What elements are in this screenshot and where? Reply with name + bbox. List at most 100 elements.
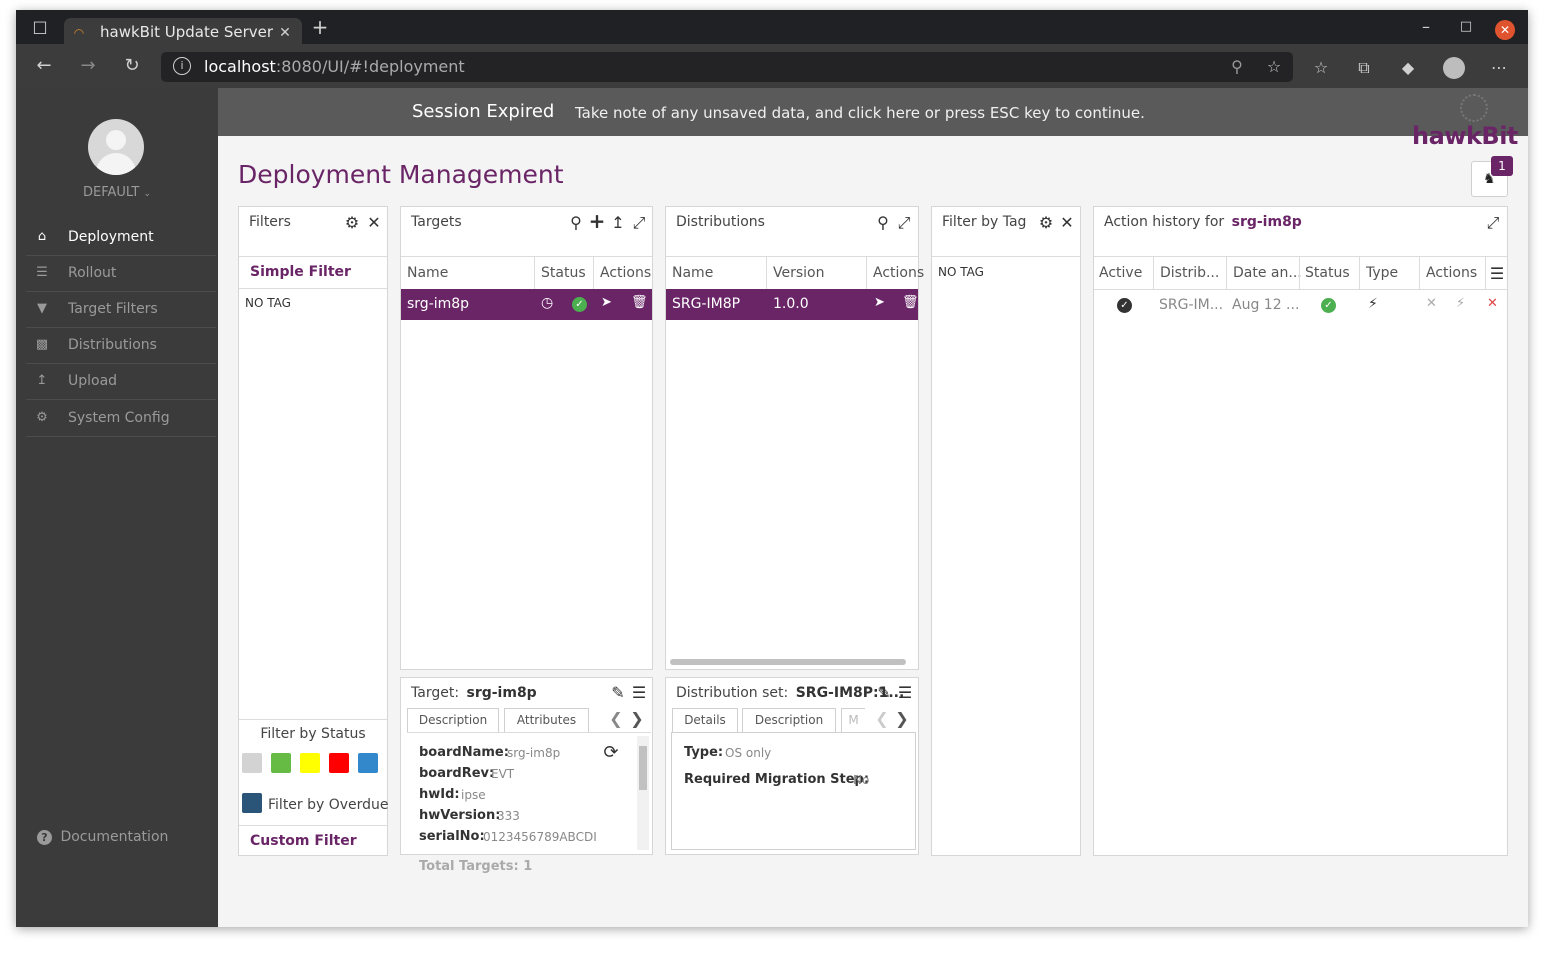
avatar[interactable]	[88, 119, 144, 175]
target-name: srg-im8p	[407, 296, 470, 312]
add-favorite-icon[interactable]: ☆	[1264, 57, 1284, 77]
back-icon[interactable]: ←	[34, 56, 54, 76]
gear-icon[interactable]: ⚙	[343, 214, 361, 232]
minimize-icon[interactable]: –	[1416, 17, 1436, 37]
close-icon[interactable]: ✕	[1058, 214, 1076, 232]
status-unknown-swatch[interactable]	[242, 753, 262, 773]
gear-icon[interactable]: ⚙	[1037, 214, 1055, 232]
status-pending-swatch[interactable]	[300, 753, 320, 773]
target-details-panel: Target: srg-im8p ✎ ☰ Description Attribu…	[400, 677, 653, 855]
column-header-type[interactable]: Type	[1366, 265, 1398, 281]
chevron-left-icon[interactable]: ❮	[608, 710, 624, 728]
add-icon[interactable]: +	[588, 211, 606, 231]
sidebar-item-system-config[interactable]: ⚙ System Config	[26, 401, 216, 437]
target-details-name: srg-im8p	[466, 685, 537, 701]
chevron-left-icon[interactable]: ❮	[874, 710, 890, 728]
status-in-sync-swatch[interactable]	[271, 753, 291, 773]
migration-value: No	[853, 773, 870, 787]
refresh-icon[interactable]: ⟳	[601, 744, 621, 762]
table-row[interactable]: ✓ SRG-IM... Aug 12 ... ✓ ⚡ ✕ ⚡ ✕	[1094, 290, 1507, 320]
delete-icon[interactable]: 🗑	[631, 295, 648, 310]
metadata-icon[interactable]: ☰	[630, 684, 648, 702]
reload-icon[interactable]: ↻	[122, 56, 142, 76]
column-header-status[interactable]: Status	[541, 265, 586, 281]
column-header-status[interactable]: Status	[1305, 265, 1350, 281]
tab-details[interactable]: Details	[672, 708, 738, 732]
column-header-name[interactable]: Name	[672, 265, 713, 281]
overdue-swatch[interactable]	[242, 793, 262, 813]
key-icon[interactable]: ⚲	[1227, 57, 1247, 77]
force-icon[interactable]: ⚡	[1456, 296, 1465, 311]
action-distribution: SRG-IM...	[1159, 297, 1224, 313]
maximize-icon[interactable]: □	[1456, 17, 1476, 37]
favorites-icon[interactable]: ☆	[1311, 58, 1331, 78]
column-menu-icon[interactable]: ☰	[1488, 265, 1506, 283]
action-date: Aug 12 ...	[1232, 297, 1300, 313]
status-registered-swatch[interactable]	[358, 753, 378, 773]
targets-title: Targets	[411, 214, 462, 230]
column-header-actions[interactable]: Actions	[1426, 265, 1477, 281]
pin-icon[interactable]: ➤	[601, 295, 612, 310]
tab-title: hawkBit Update Server	[100, 23, 274, 41]
collections-icon[interactable]: ⧉	[1354, 58, 1374, 78]
column-header-actions[interactable]: Actions	[600, 265, 651, 281]
cancel-icon[interactable]: ✕	[1426, 296, 1437, 311]
url-host: localhost	[204, 57, 276, 76]
column-header-version[interactable]: Version	[773, 265, 824, 281]
tab-attributes[interactable]: Attributes	[504, 708, 589, 732]
chevron-right-icon[interactable]: ❯	[629, 710, 645, 728]
maximize-icon[interactable]: ⤢	[1484, 214, 1502, 232]
chevron-right-icon[interactable]: ❯	[894, 710, 910, 728]
close-window-icon[interactable]: ✕	[1495, 20, 1515, 40]
site-info-icon[interactable]: i	[173, 57, 191, 75]
new-tab-icon[interactable]: +	[310, 17, 330, 37]
column-header-actions[interactable]: Actions	[873, 265, 924, 281]
tab-description[interactable]: Description	[742, 708, 836, 732]
upload-icon[interactable]: ↥	[609, 214, 627, 232]
browser-tab-bar: □ ◠ hawkBit Update Server ✕ + – □ ✕	[16, 10, 1528, 48]
help-icon: ?	[37, 830, 52, 845]
sidebar-item-target-filters[interactable]: ▼ Target Filters	[26, 292, 216, 328]
tab-description[interactable]: Description	[407, 708, 499, 732]
sidebar-item-deployment[interactable]: ⌂ Deployment	[26, 220, 216, 256]
more-menu-icon[interactable]: ⋯	[1489, 58, 1509, 78]
close-tab-icon[interactable]: ✕	[276, 23, 294, 43]
no-tag-button[interactable]: NO TAG	[938, 265, 984, 279]
session-expired-banner[interactable]: Session Expired Take note of any unsaved…	[218, 88, 1528, 136]
table-row[interactable]: SRG-IM8P 1.0.0 ➤ 🗑	[666, 289, 919, 320]
edit-icon[interactable]: ✎	[609, 684, 627, 702]
column-header-name[interactable]: Name	[407, 265, 448, 281]
tab-metadata[interactable]: M	[841, 708, 865, 732]
no-tag-button[interactable]: NO TAG	[245, 296, 291, 310]
clock-icon[interactable]: ◷	[541, 295, 553, 311]
column-header-active[interactable]: Active	[1099, 265, 1142, 281]
pin-icon[interactable]: ➤	[874, 295, 885, 310]
table-row[interactable]: srg-im8p ◷ ✓ ➤ 🗑	[401, 289, 652, 320]
delete-icon[interactable]: 🗑	[902, 295, 919, 310]
sidebar-item-distributions[interactable]: ▩ Distributions	[26, 328, 216, 364]
forward-icon[interactable]: →	[78, 56, 98, 76]
force-quit-icon[interactable]: ✕	[1487, 296, 1498, 311]
search-icon[interactable]: ⚲	[874, 214, 892, 232]
profile-icon[interactable]	[1443, 57, 1465, 79]
maximize-icon[interactable]: ⤢	[630, 214, 648, 232]
simple-filter-tab[interactable]: Simple Filter	[250, 264, 351, 280]
close-icon[interactable]: ✕	[365, 214, 383, 232]
status-error-swatch[interactable]	[329, 753, 349, 773]
tenant-menu[interactable]: DEFAULT ⌄	[16, 185, 218, 200]
address-bar[interactable]: i localhost:8080/UI/#!deployment ⚲ ☆	[161, 52, 1293, 82]
sidebar-item-upload[interactable]: ↥ Upload	[26, 364, 216, 400]
attributes-scrollbar[interactable]	[637, 736, 649, 850]
horizontal-scrollbar[interactable]	[670, 659, 906, 665]
custom-filter-tab[interactable]: Custom Filter	[250, 833, 357, 849]
extensions-icon[interactable]: ◆	[1398, 58, 1418, 78]
edit-icon[interactable]: ✎	[875, 684, 893, 702]
metadata-icon[interactable]: ☰	[896, 684, 914, 702]
tab-actions-icon[interactable]: □	[30, 17, 50, 37]
search-icon[interactable]: ⚲	[567, 214, 585, 232]
column-header-date[interactable]: Date an...	[1233, 265, 1302, 281]
sidebar-item-rollout[interactable]: ☰ Rollout	[26, 256, 216, 292]
documentation-link[interactable]: ? Documentation	[37, 829, 168, 845]
maximize-icon[interactable]: ⤢	[895, 214, 913, 232]
column-header-distribution[interactable]: Distrib...	[1160, 265, 1219, 281]
